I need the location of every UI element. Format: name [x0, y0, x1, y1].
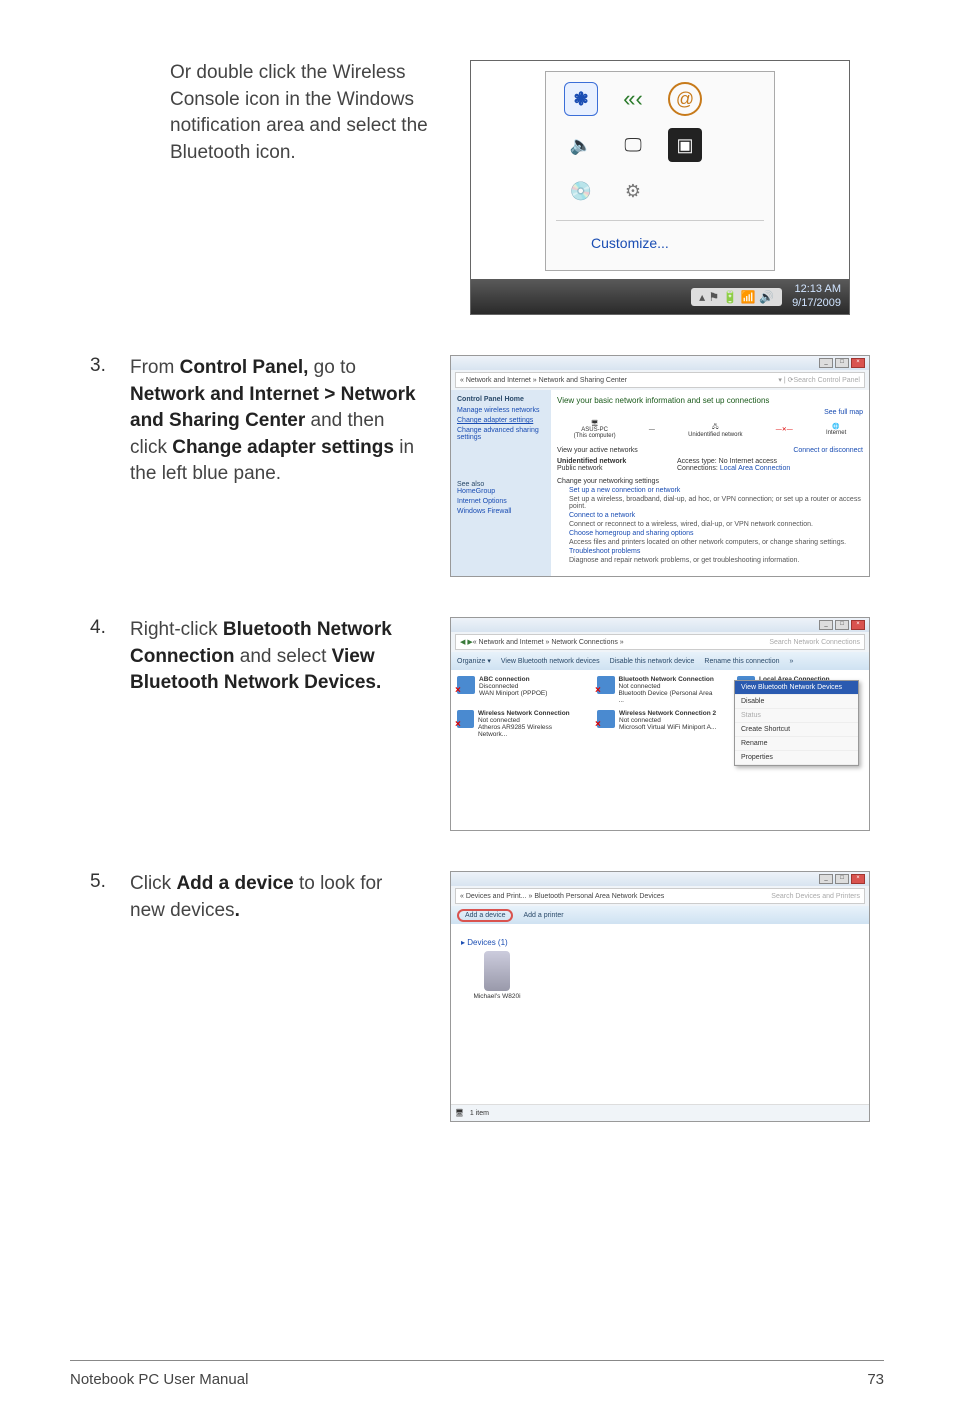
device-item[interactable]: Michael's W820i: [467, 951, 527, 1000]
view-bluetooth-devices-menuitem[interactable]: View Bluetooth Network Devices: [735, 681, 858, 695]
step5-text: Click Add a device to look for new devic…: [130, 871, 420, 1122]
intro-text: Or double click the Wireless Console ico…: [170, 60, 450, 315]
add-device-button[interactable]: Add a device: [457, 909, 513, 922]
toolbar-item[interactable]: Rename this connection: [704, 658, 779, 665]
breadcrumb: « Devices and Print... » Bluetooth Perso…: [460, 893, 664, 900]
taskbar: ▴ ⚑ 🔋 📶 🔊 12:13 AM 9/17/2009: [471, 279, 849, 314]
step-number: 5.: [70, 871, 100, 1122]
setup-connection-link[interactable]: Set up a new connection or network: [569, 487, 863, 494]
add-printer-button[interactable]: Add a printer: [523, 912, 563, 919]
toolbar-item[interactable]: View Bluetooth network devices: [501, 658, 600, 665]
at-icon: @: [668, 82, 702, 116]
minimize-icon: _: [819, 620, 833, 630]
step-number: 4.: [70, 617, 100, 831]
tray-screenshot: ❃ «‹ @ 🔈 🖵 ▣ 💿 ⚙ Customize... ▴ ⚑ 🔋 📶 🔊 …: [470, 60, 850, 315]
close-icon: ×: [851, 874, 865, 884]
breadcrumb: « Network and Internet » Network Connect…: [473, 639, 624, 646]
menu-item[interactable]: Rename: [735, 737, 858, 751]
wifi-icon: «‹: [616, 82, 650, 116]
maximize-icon: □: [835, 358, 849, 368]
control-panel-sidebar: Control Panel Home Manage wireless netwo…: [451, 390, 551, 576]
close-icon: ×: [851, 620, 865, 630]
customize-link[interactable]: Customize...: [556, 220, 764, 251]
network-sharing-center-screenshot: _ □ × « Network and Internet » Network a…: [450, 355, 870, 577]
systray-icons: ▴ ⚑ 🔋 📶 🔊: [691, 288, 782, 306]
bluetooth-connection-item[interactable]: × Bluetooth Network ConnectionNot connec…: [597, 676, 717, 704]
bluetooth-icon: ❃: [564, 82, 598, 116]
menu-item[interactable]: Properties: [735, 751, 858, 765]
taskbar-date: 9/17/2009: [792, 297, 841, 310]
organize-menu[interactable]: Organize ▾: [457, 657, 491, 665]
sidebar-link-change-adapter[interactable]: Change adapter settings: [457, 417, 545, 424]
menu-item[interactable]: Disable: [735, 695, 858, 709]
troubleshoot-link[interactable]: Troubleshoot problems: [569, 548, 863, 555]
step4-text: Right-click Bluetooth Network Connection…: [130, 617, 420, 831]
menu-item[interactable]: Create Shortcut: [735, 723, 858, 737]
close-icon: ×: [851, 358, 865, 368]
monitor-icon: 🖵: [616, 128, 650, 162]
maximize-icon: □: [835, 620, 849, 630]
connect-network-link[interactable]: Connect to a network: [569, 512, 863, 519]
network-connections-screenshot: _ □ × ◀ ▶ « Network and Internet » Netwo…: [450, 617, 870, 831]
taskbar-time: 12:13 AM: [792, 283, 841, 296]
network-map: 🖥ASUS-PC(This computer) — 🖧Unidentified …: [557, 420, 863, 439]
connection-item[interactable]: × Wireless Network Connection 2Not conne…: [597, 710, 717, 738]
sidebar-link[interactable]: Windows Firewall: [457, 508, 545, 515]
search-box: Search Devices and Printers: [771, 893, 860, 900]
connect-disconnect-link[interactable]: Connect or disconnect: [793, 447, 863, 454]
devices-category[interactable]: ▸ Devices (1): [461, 938, 863, 947]
sidebar-link[interactable]: Change advanced sharing settings: [457, 427, 545, 441]
step3-text: From Control Panel, go to Network and In…: [130, 355, 420, 577]
search-box: Search Network Connections: [769, 639, 860, 646]
sidebar-link[interactable]: HomeGroup: [457, 488, 545, 495]
minimize-icon: _: [819, 874, 833, 884]
status-bar: 🖥1 item: [451, 1104, 869, 1121]
step-number: 3.: [70, 355, 100, 577]
maximize-icon: □: [835, 874, 849, 884]
menu-item: Status: [735, 709, 858, 723]
speaker-icon: 🔈: [564, 128, 598, 162]
sidebar-link[interactable]: Internet Options: [457, 498, 545, 505]
connection-item[interactable]: × Wireless Network ConnectionNot connect…: [457, 710, 577, 738]
disc-icon: 💿: [564, 174, 598, 208]
page-number: 73: [867, 1371, 884, 1388]
footer-title: Notebook PC User Manual: [70, 1371, 248, 1388]
gear-icon: ⚙: [616, 174, 650, 208]
minimize-icon: _: [819, 358, 833, 368]
page-title: View your basic network information and …: [557, 396, 863, 405]
search-box: Search Control Panel: [793, 377, 860, 384]
sidebar-link[interactable]: Manage wireless networks: [457, 407, 545, 414]
toolbar-item[interactable]: Disable this network device: [610, 658, 695, 665]
homegroup-link[interactable]: Choose homegroup and sharing options: [569, 530, 863, 537]
breadcrumb: « Network and Internet » Network and Sha…: [460, 377, 627, 384]
see-full-map-link[interactable]: See full map: [557, 409, 863, 416]
phone-icon: [484, 951, 510, 991]
dark-square-icon: ▣: [668, 128, 702, 162]
context-menu: View Bluetooth Network Devices Disable S…: [734, 680, 859, 766]
connection-item[interactable]: × ABC connectionDisconnectedWAN Miniport…: [457, 676, 577, 704]
devices-printers-screenshot: _ □ × « Devices and Print... » Bluetooth…: [450, 871, 870, 1122]
